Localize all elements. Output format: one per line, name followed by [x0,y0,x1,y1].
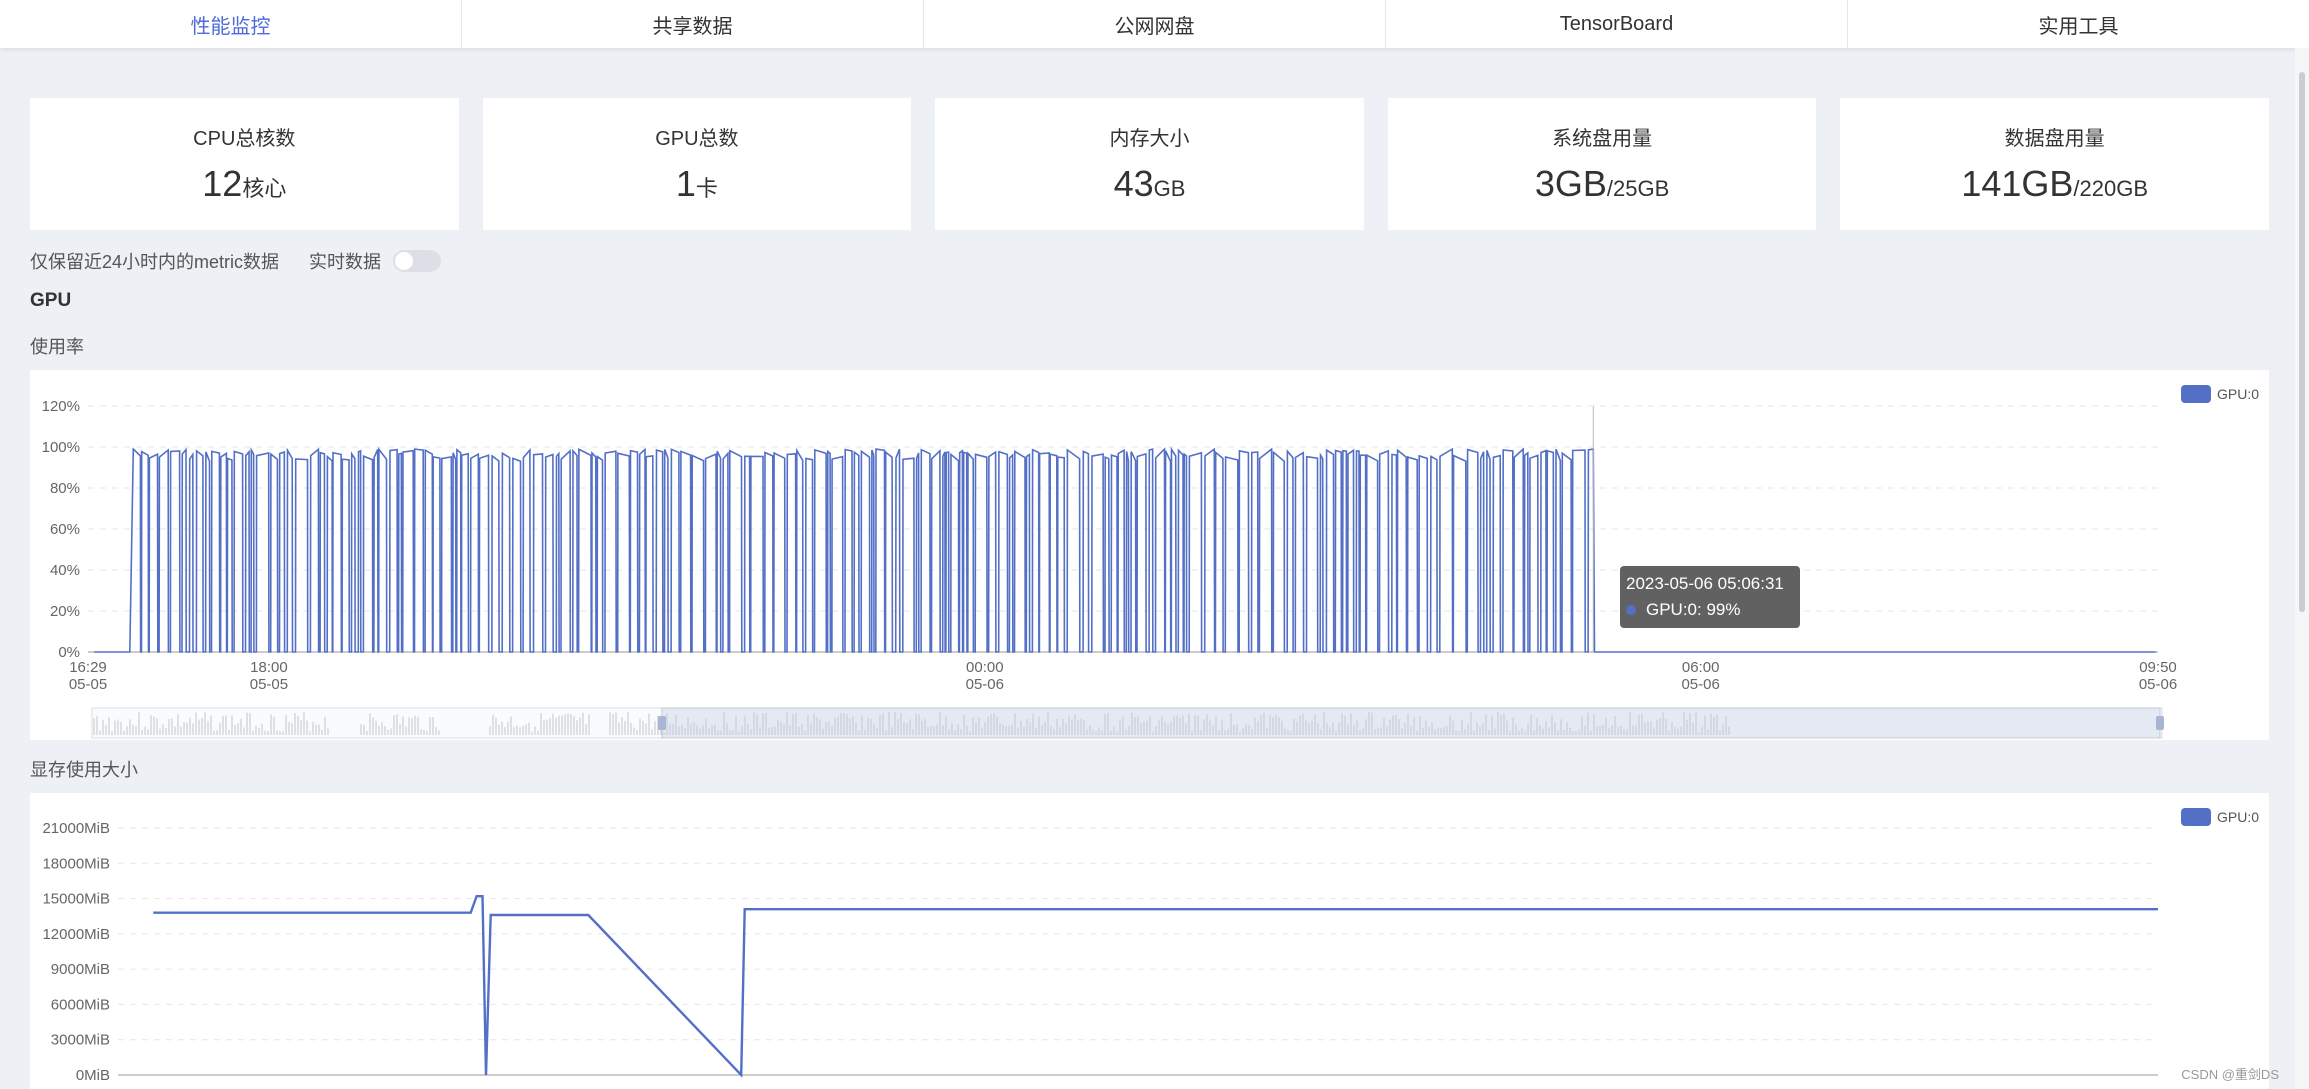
series-line-gpu0 [153,895,2158,1078]
x-tick-label: 00:00 [966,659,1004,676]
stat-unit: GB [1153,176,1186,201]
stat-title: GPU总数 [655,128,739,150]
stat-value: 12核心 [202,163,286,205]
stat-number: 141GB [1961,163,2074,204]
zoom-slider-handle-left [658,716,666,730]
stat-value: 3GB/25GB [1535,163,1669,205]
stat-unit: 核心 [242,176,287,201]
tooltip-series-dot [1626,605,1636,615]
usage-title: 使用率 [30,337,84,357]
section-title-gpu: GPU [30,290,72,311]
metric-options: 仅保留近24小时内的metric数据 实时数据 [30,248,442,274]
tab-public-netdisk[interactable]: 公网网盘 [924,0,1386,48]
y-tick-label: 120% [42,398,80,415]
series-line-gpu0 [94,446,2156,653]
memory-title: 显存使用大小 [30,760,138,780]
stat-title: 系统盘用量 [1552,128,1653,150]
stat-card-data-disk: 数据盘用量 141GB/220GB [1840,98,2269,230]
x-tick-label: 06:00 [1682,659,1720,676]
stat-title: 数据盘用量 [2004,128,2105,150]
stat-value: 1卡 [676,163,718,205]
y-tick-label: 80% [50,480,80,497]
tab-tensorboard[interactable]: TensorBoard [1386,0,1848,48]
stat-card-cpu: CPU总核数 12核心 [30,98,459,230]
gpu-memory-chart-panel: GPU:0 0MiB 3000MiB 6000MiB 9000MiB 12000MiB 1… [30,793,2269,1089]
y-tick-label: 21000MiB [42,820,110,837]
y-tick-label: 12000MiB [42,926,110,943]
watermark: CSDN @重剑DS [2181,1067,2279,1082]
tab-utilities[interactable]: 实用工具 [1848,0,2309,48]
y-tick-label: 15000MiB [42,891,110,908]
tooltip-value: GPU:0: 99% [1646,600,1741,619]
retention-note: 仅保留近24小时内的metric数据 [30,252,280,272]
tooltip-time: 2023-05-06 05:06:31 [1626,574,1784,593]
stat-number: 43 [1113,163,1154,204]
realtime-toggle[interactable] [393,250,442,272]
stat-cards: CPU总核数 12核心 GPU总数 1卡 内存大小 43GB 系统盘用量 3GB… [30,98,2269,230]
stat-number: 12 [202,163,243,204]
y-tick-label: 20% [50,603,80,620]
top-nav: 性能监控 共享数据 公网网盘 TensorBoard 实用工具 [0,0,2309,48]
stat-unit: 卡 [695,176,718,201]
stat-number: 3GB [1534,163,1607,204]
stat-unit: /25GB [1606,176,1670,201]
stat-title: CPU总核数 [193,128,296,150]
y-tick-label: 6000MiB [51,996,110,1013]
y-tick-label: 100% [42,439,80,456]
x-tick-label: 09:50 [2139,659,2177,676]
y-tick-label: 40% [50,562,80,579]
toggle-knob [395,252,414,270]
page-scrollbar[interactable] [2295,48,2309,1089]
stat-value: 141GB/220GB [1961,163,2148,205]
tooltip-row: GPU:0: 99% [1626,600,1741,620]
x-tick-date: 05-05 [69,676,107,693]
chart-tooltip: 2023-05-06 05:06:31 GPU:0: 99% [1620,566,1800,628]
y-tick-label: 3000MiB [51,1032,110,1049]
gpu-usage-chart[interactable]: 0%20%40%60%80%100%120%16:2905-0518:0005-… [30,370,2269,740]
x-tick-date: 05-06 [2139,676,2177,693]
x-tick-label: 18:00 [250,659,288,676]
gpu-usage-chart-panel: GPU:0 0% 20% 40% 60% 80% 100% 120% 16:29 05-05 18… [30,370,2269,740]
stat-value: 43GB [1114,163,1186,205]
stat-unit: /220GB [2073,176,2149,201]
realtime-label: 实时数据 [309,252,382,272]
x-tick-label: 16:29 [69,659,107,676]
stat-card-gpu: GPU总数 1卡 [482,98,912,230]
x-tick-date: 05-06 [1681,676,1719,693]
y-tick-label: 18000MiB [42,855,110,872]
zoom-slider-handle-right [2156,716,2164,730]
gpu-memory-chart[interactable]: 0MiB 3000MiB 6000MiB 9000MiB 12000MiB 15000Mi… [30,793,2269,1089]
tab-performance-monitor[interactable]: 性能监控 [0,0,462,48]
x-tick-date: 05-05 [250,676,288,693]
y-tick-label: 9000MiB [51,961,110,978]
x-tick-date: 05-06 [966,676,1004,693]
stat-card-system-disk: 系统盘用量 3GB/25GB [1387,98,1817,230]
stat-title: 内存大小 [1109,128,1190,150]
tab-shared-data[interactable]: 共享数据 [462,0,924,48]
y-tick-label: 0MiB [76,1067,110,1084]
scrollbar-thumb[interactable] [2299,72,2305,612]
stat-number: 1 [675,163,696,204]
y-tick-label: 60% [50,521,80,538]
stat-card-memory: 内存大小 43GB [935,98,1364,230]
